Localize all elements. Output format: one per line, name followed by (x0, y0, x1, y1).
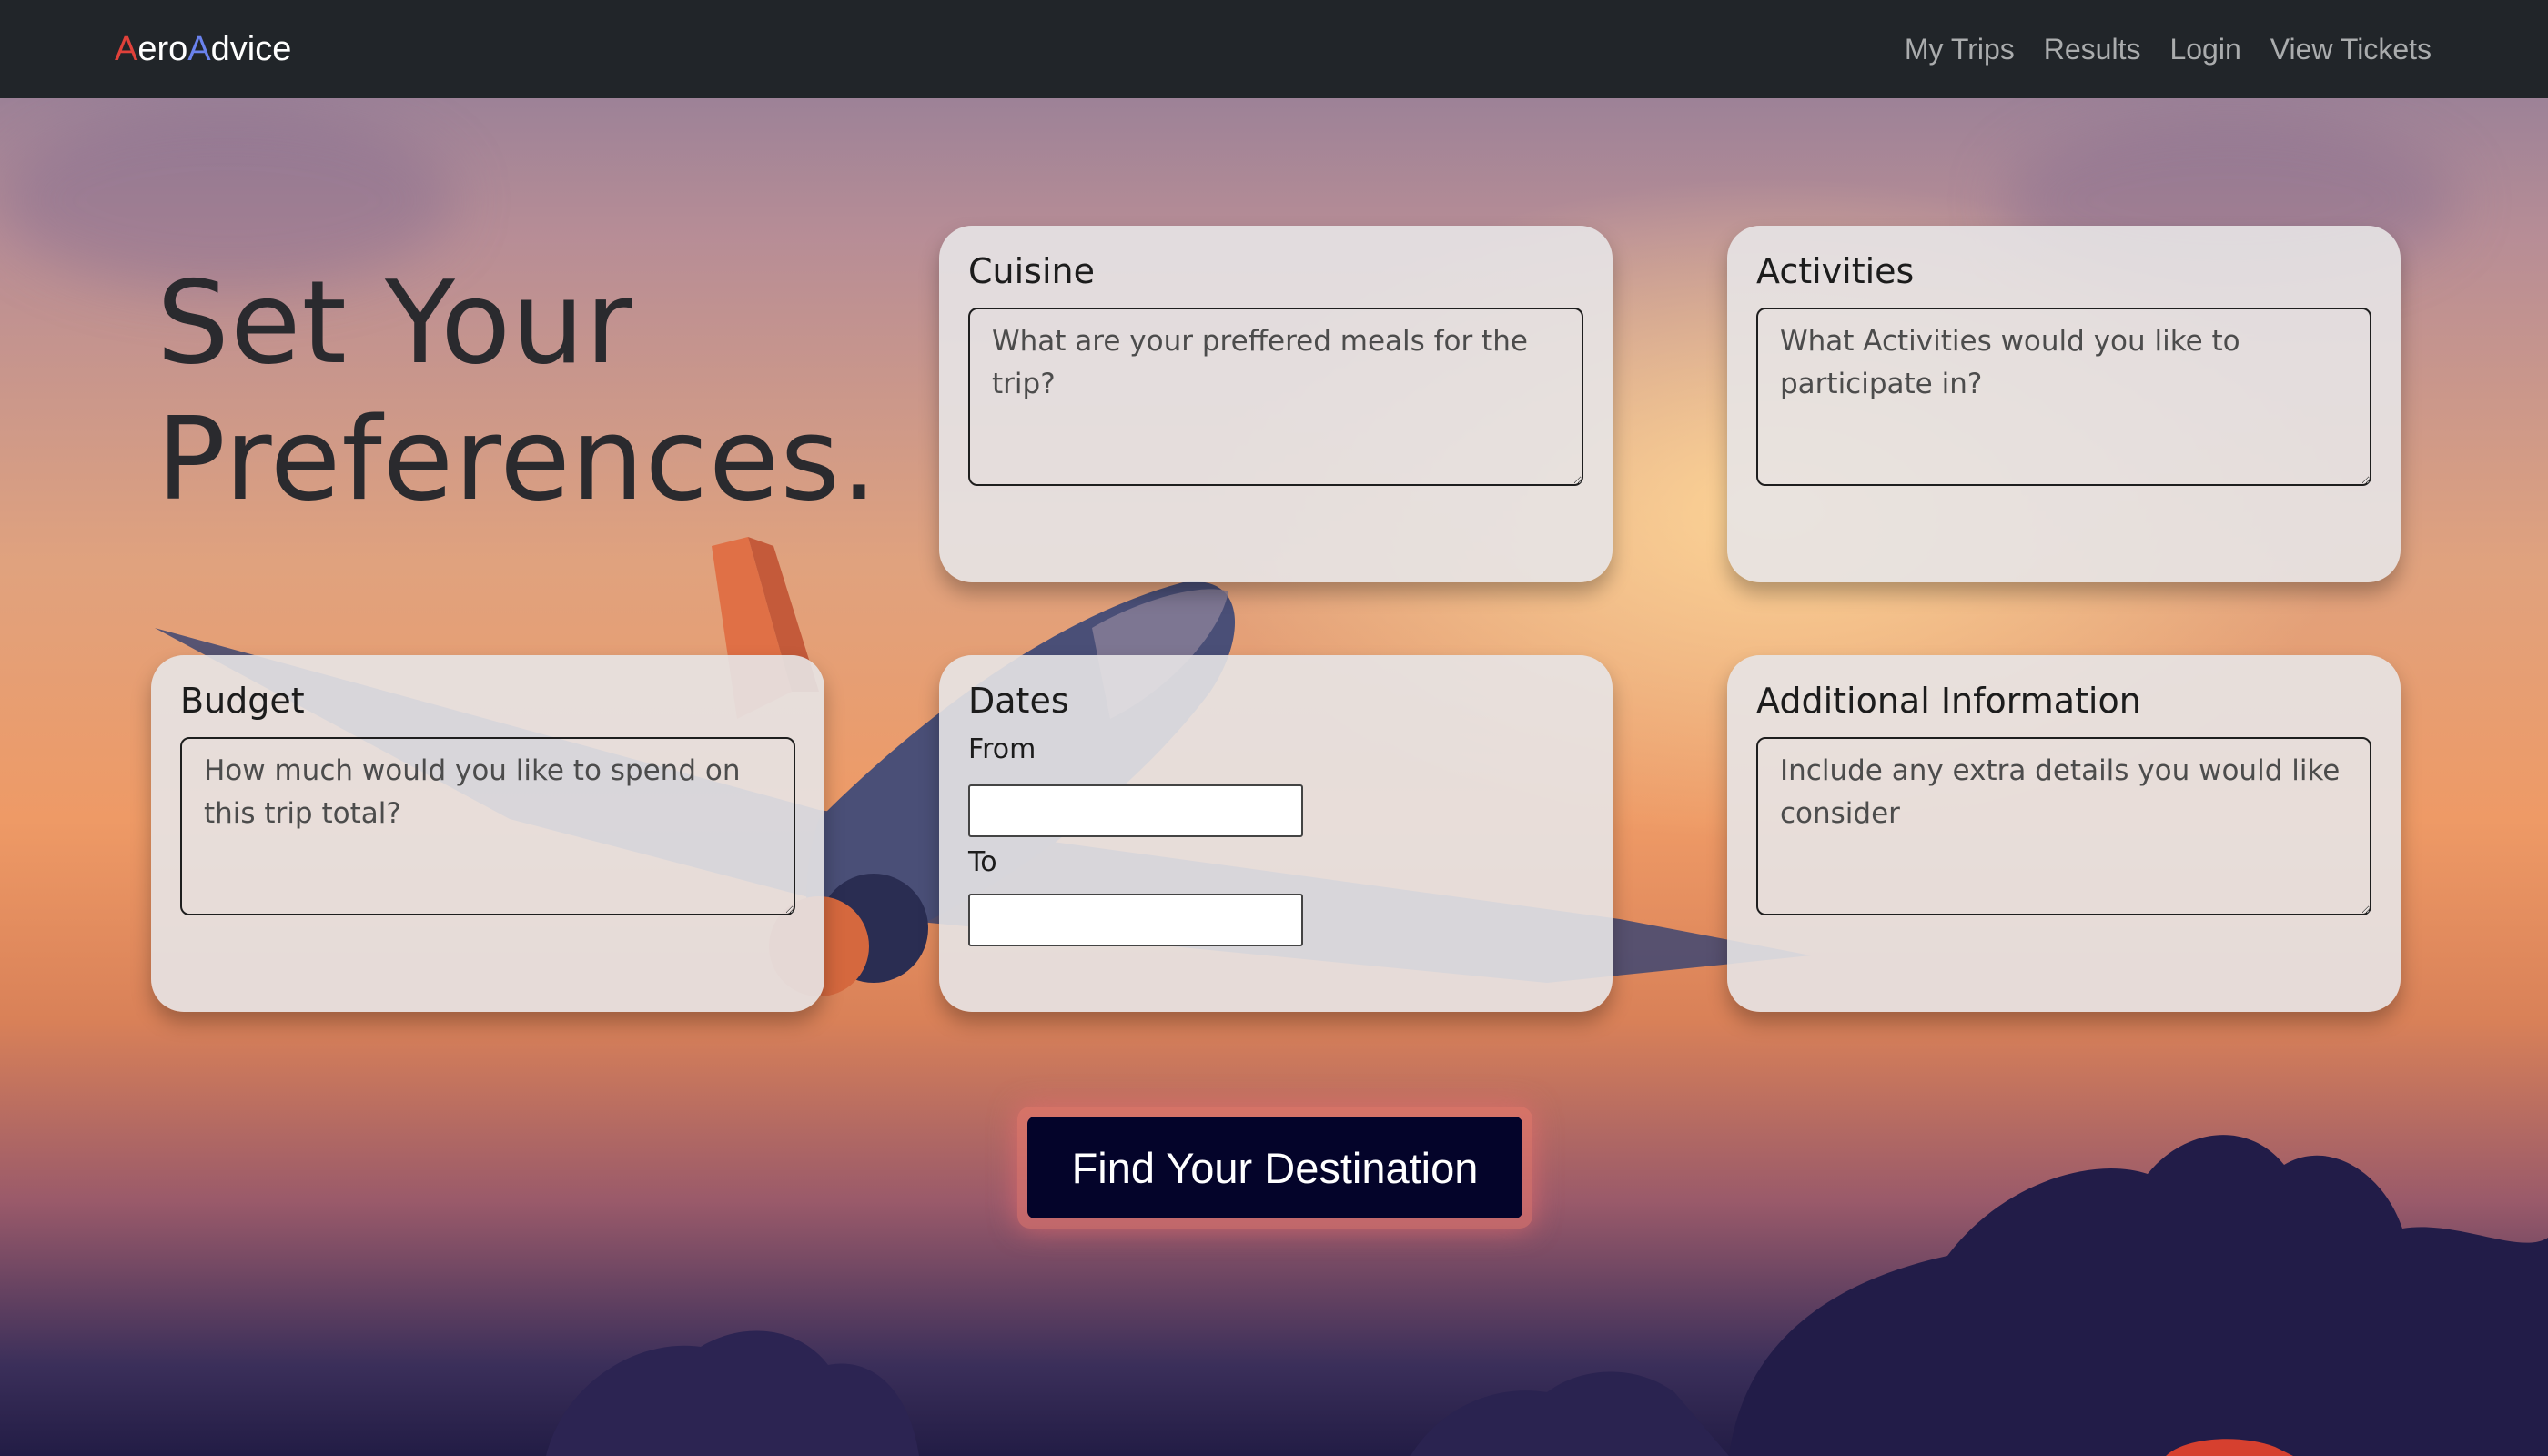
budget-card: Budget (151, 655, 824, 1012)
activities-textarea[interactable] (1756, 308, 2371, 486)
activities-card: Activities (1727, 226, 2401, 582)
activities-title: Activities (1756, 251, 1915, 291)
from-date-input[interactable] (968, 784, 1303, 837)
nav-links: My Trips Results Login View Tickets (1905, 33, 2432, 66)
brand-logo[interactable]: AeroAdvice (115, 30, 291, 69)
cuisine-textarea[interactable] (968, 308, 1583, 486)
to-label: To (968, 846, 997, 878)
cuisine-card: Cuisine (939, 226, 1613, 582)
page-title: Set Your Preferences. (157, 255, 903, 528)
page-title-line-2: Preferences. (157, 392, 879, 526)
navbar: AeroAdvice My Trips Results Login View T… (0, 0, 2548, 98)
from-label: From (968, 733, 1036, 765)
nav-link-login[interactable]: Login (2169, 33, 2240, 66)
brand-letter-a-red: A (115, 29, 138, 68)
to-date-input[interactable] (968, 894, 1303, 946)
additional-info-title: Additional Information (1756, 681, 2141, 721)
dates-card: Dates From To (939, 655, 1613, 1012)
nav-link-view-tickets[interactable]: View Tickets (2270, 33, 2432, 66)
cuisine-title: Cuisine (968, 251, 1095, 291)
nav-link-my-trips[interactable]: My Trips (1905, 33, 2015, 66)
nav-link-results[interactable]: Results (2044, 33, 2141, 66)
dates-title: Dates (968, 681, 1069, 721)
page-title-line-1: Set Your (157, 256, 633, 389)
additional-info-textarea[interactable] (1756, 737, 2371, 915)
find-destination-button[interactable]: Find Your Destination (1027, 1117, 1522, 1218)
budget-title: Budget (180, 681, 305, 721)
brand-text-dvice: dvice (210, 29, 292, 68)
additional-info-card: Additional Information (1727, 655, 2401, 1012)
brand-text-ero: ero (137, 29, 188, 68)
page: AeroAdvice My Trips Results Login View T… (0, 0, 2548, 1456)
budget-textarea[interactable] (180, 737, 795, 915)
brand-letter-a-blue: A (187, 29, 211, 68)
cta-glow: Find Your Destination (1017, 1107, 1532, 1228)
